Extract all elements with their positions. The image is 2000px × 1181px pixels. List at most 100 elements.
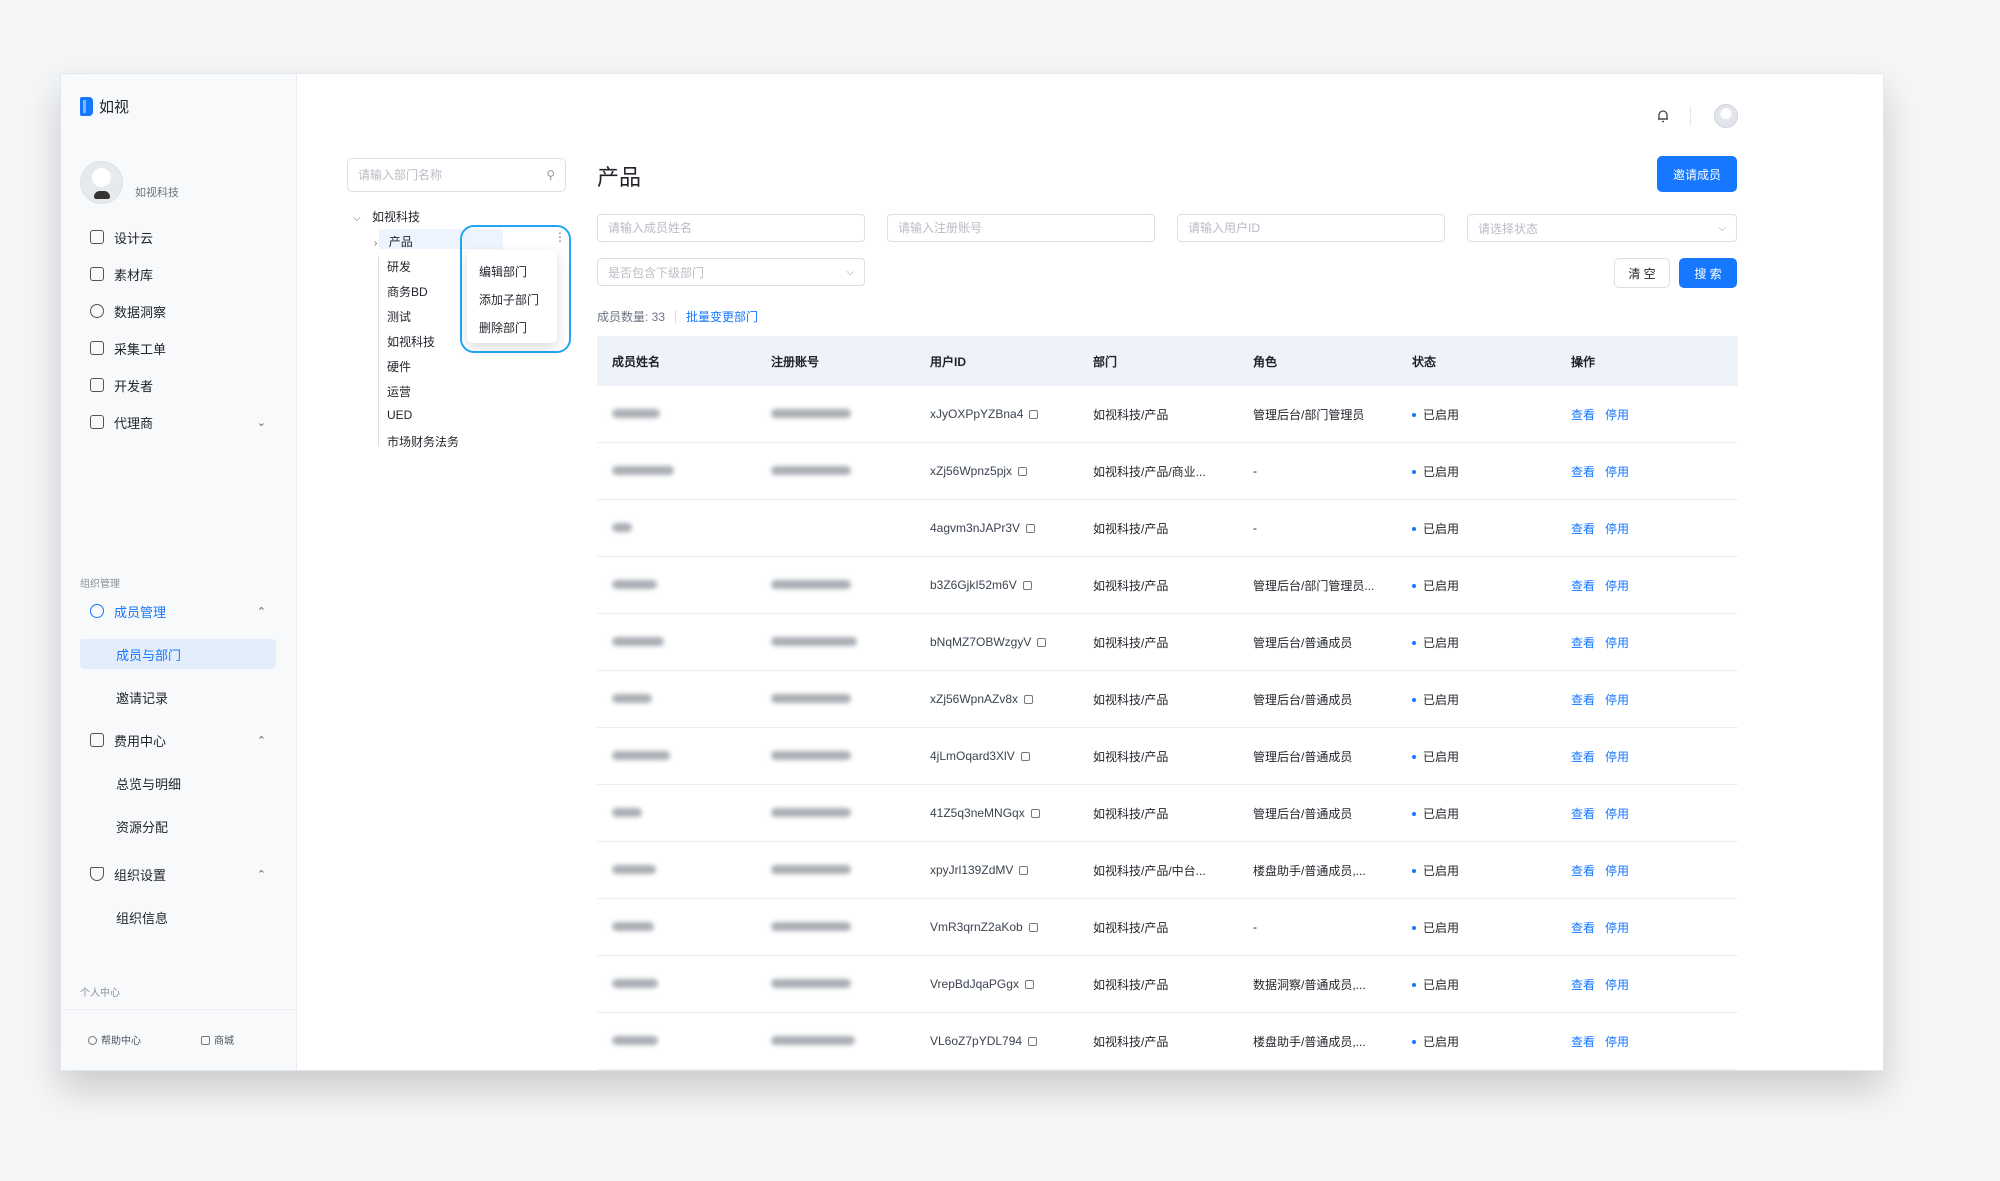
profile[interactable]: 如视科技 — [80, 161, 179, 204]
menu-item-delete-department[interactable]: 删除部门 — [467, 314, 557, 342]
search-button[interactable]: 搜 索 — [1679, 258, 1737, 288]
disable-link[interactable]: 停用 — [1605, 1035, 1629, 1049]
account-field[interactable] — [887, 214, 1155, 242]
view-link[interactable]: 查看 — [1571, 978, 1595, 992]
tree-node[interactable]: 市场财务法务 — [387, 433, 459, 450]
disable-link[interactable]: 停用 — [1605, 465, 1629, 479]
sidebar-item-invite-records[interactable]: 邀请记录 — [80, 682, 276, 712]
member-name-input[interactable] — [608, 221, 854, 235]
sidebar-item-org-info[interactable]: 组织信息 — [80, 902, 276, 932]
bell-icon[interactable] — [1656, 109, 1670, 123]
department-cell: 如视科技/产品 — [1093, 806, 1169, 821]
disable-link[interactable]: 停用 — [1605, 807, 1629, 821]
user-id-field[interactable] — [1177, 214, 1445, 242]
sidebar-item-org-settings[interactable]: 组织设置 ⌃ — [80, 859, 276, 889]
view-link[interactable]: 查看 — [1571, 1035, 1595, 1049]
member-name-field[interactable] — [597, 214, 865, 242]
view-link[interactable]: 查看 — [1571, 693, 1595, 707]
copy-icon[interactable] — [1022, 581, 1032, 590]
sidebar-item-materials[interactable]: 素材库 — [80, 259, 276, 289]
copy-icon[interactable] — [1026, 524, 1036, 533]
chevron-right-icon[interactable]: › — [374, 238, 377, 249]
sidebar-item-member-management[interactable]: 成员管理 ⌃ — [80, 596, 276, 626]
copy-icon[interactable] — [1028, 1037, 1038, 1046]
sidebar-item-label: 采集工单 — [114, 341, 167, 357]
view-link[interactable]: 查看 — [1571, 864, 1595, 878]
copy-icon[interactable] — [1020, 752, 1030, 761]
account-cell — [756, 578, 915, 592]
view-link[interactable]: 查看 — [1571, 636, 1595, 650]
status-label: 已启用 — [1423, 521, 1460, 536]
tree-node-product[interactable]: › 产品 — [374, 233, 413, 250]
disable-link[interactable]: 停用 — [1605, 522, 1629, 536]
help-label: 帮助中心 — [101, 1036, 141, 1047]
store-link[interactable]: 商城 — [201, 1032, 234, 1047]
department-cell: 如视科技/产品/商业... — [1093, 464, 1206, 479]
disable-link[interactable]: 停用 — [1605, 636, 1629, 650]
tree-node[interactable]: 研发 — [387, 258, 411, 275]
redacted-account — [771, 922, 851, 931]
account-input[interactable] — [898, 221, 1144, 235]
menu-item-add-subdepartment[interactable]: 添加子部门 — [467, 286, 557, 314]
search-icon[interactable]: ⚲ — [546, 168, 555, 182]
view-link[interactable]: 查看 — [1571, 465, 1595, 479]
sidebar-item-overview-details[interactable]: 总览与明细 — [80, 768, 276, 798]
invite-member-button[interactable]: 邀请成员 — [1657, 156, 1737, 192]
sidebar-item-agent[interactable]: 代理商 ⌄ — [80, 407, 276, 437]
user-id-input[interactable] — [1188, 221, 1434, 235]
tree-node[interactable]: 运营 — [387, 383, 411, 400]
sidebar-item-resource-allocation[interactable]: 资源分配 — [80, 811, 276, 841]
disable-link[interactable]: 停用 — [1605, 408, 1629, 422]
copy-icon[interactable] — [1024, 980, 1034, 989]
disable-link[interactable]: 停用 — [1605, 750, 1629, 764]
app-logo[interactable]: 如视 — [80, 96, 129, 117]
view-link[interactable]: 查看 — [1571, 807, 1595, 821]
sidebar-item-data-insight[interactable]: 数据洞察 — [80, 296, 276, 326]
batch-change-department-link[interactable]: 批量变更部门 — [686, 308, 758, 325]
department-search[interactable]: ⚲ — [347, 158, 566, 192]
sidebar-item-work-orders[interactable]: 采集工单 — [80, 333, 276, 363]
copy-icon[interactable] — [1029, 410, 1039, 419]
status-select[interactable]: 请选择状态 ⌵ — [1467, 214, 1737, 242]
sidebar-item-members-departments[interactable]: 成员与部门 — [80, 639, 276, 669]
tree-node-root[interactable]: ⌵ 如视科技 — [353, 208, 420, 225]
tree-node[interactable]: 测试 — [387, 308, 411, 325]
copy-icon[interactable] — [1028, 923, 1038, 932]
view-link[interactable]: 查看 — [1571, 522, 1595, 536]
user-avatar[interactable] — [1714, 104, 1738, 128]
tree-node[interactable]: 如视科技 — [387, 333, 435, 350]
copy-icon[interactable] — [1024, 695, 1034, 704]
clear-button[interactable]: 清 空 — [1614, 258, 1670, 288]
tree-node[interactable]: 商务BD — [387, 283, 428, 300]
view-link[interactable]: 查看 — [1571, 921, 1595, 935]
account-cell — [756, 749, 915, 763]
disable-link[interactable]: 停用 — [1605, 693, 1629, 707]
page-title: 产品 — [597, 165, 642, 190]
menu-item-edit-department[interactable]: 编辑部门 — [467, 258, 557, 286]
copy-icon[interactable] — [1037, 638, 1047, 647]
copy-icon[interactable] — [1030, 809, 1040, 818]
view-link[interactable]: 查看 — [1571, 408, 1595, 422]
sidebar-item-fee-center[interactable]: 费用中心 ⌃ — [80, 725, 276, 755]
view-link[interactable]: 查看 — [1571, 750, 1595, 764]
sidebar-item-developer[interactable]: 开发者 — [80, 370, 276, 400]
copy-icon[interactable] — [1018, 467, 1028, 476]
help-center-link[interactable]: 帮助中心 — [88, 1032, 141, 1047]
logo-icon — [80, 97, 93, 116]
tree-node[interactable]: 硬件 — [387, 358, 411, 375]
disable-link[interactable]: 停用 — [1605, 921, 1629, 935]
status-label: 已启用 — [1423, 749, 1460, 764]
disable-link[interactable]: 停用 — [1605, 579, 1629, 593]
tree-node[interactable]: UED — [387, 408, 412, 422]
view-link[interactable]: 查看 — [1571, 579, 1595, 593]
table-row: xJyOXPpYZBna4 如视科技/产品 管理后台/部门管理员 已启用 查看 停用 — [597, 386, 1738, 443]
chevron-down-icon[interactable]: ⌵ — [353, 213, 361, 224]
more-vertical-icon[interactable]: ⋮ — [554, 231, 566, 243]
sidebar-item-design-cloud[interactable]: 设计云 — [80, 222, 276, 252]
disable-link[interactable]: 停用 — [1605, 864, 1629, 878]
disable-link[interactable]: 停用 — [1605, 978, 1629, 992]
copy-icon[interactable] — [1019, 866, 1029, 875]
include-subdepartments-select[interactable]: 是否包含下级部门 ⌵ — [597, 258, 865, 286]
table-body: xJyOXPpYZBna4 如视科技/产品 管理后台/部门管理员 已启用 查看 停用 xZj… — [597, 386, 1738, 1070]
department-search-input[interactable] — [358, 168, 528, 182]
